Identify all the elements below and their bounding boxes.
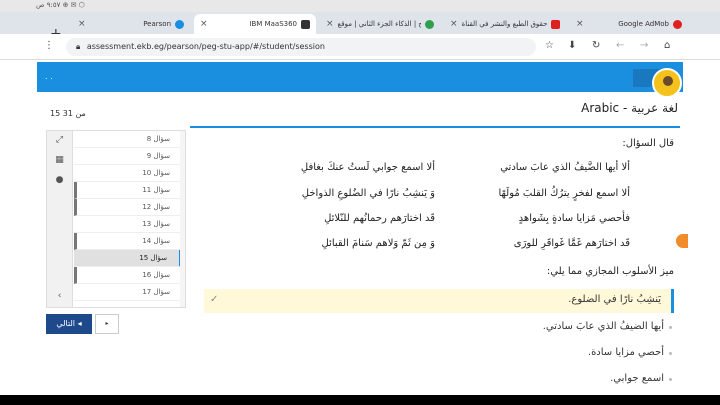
verse-line: ألا اسمع لفخرٍ يترُكُ القلبَ مُولَهًا <box>498 188 630 199</box>
list-item[interactable]: سؤال 13 <box>74 216 182 233</box>
list-item[interactable]: سؤال 14 <box>74 233 182 250</box>
download-icon[interactable]: ⬇ <box>568 40 576 51</box>
side-panel-handle[interactable] <box>676 234 688 248</box>
close-tab-icon[interactable]: × <box>576 19 584 29</box>
answer-option-label: أحصي مزايا سادة. <box>587 347 664 358</box>
lock-icon: 🔒︎ <box>76 42 81 51</box>
pearson-favicon-icon <box>175 19 184 29</box>
android-status-bar: ٩:٥٧ ص ⊕ ✉ ⬡ <box>0 0 720 12</box>
reload-icon[interactable]: ↻ <box>592 40 600 51</box>
verse-line: ألا أيها الضَّيفُ الذي عابَ سادتي <box>500 162 630 173</box>
answer-option-label: اسمع جوابي. <box>610 373 664 384</box>
flag-icon[interactable]: ● <box>54 175 65 186</box>
question-navigator: ⤢ ▦ ● ‹ سؤال 8 سؤال 9 سؤال 10 سؤال 11 سؤ… <box>46 130 186 308</box>
list-item[interactable]: سؤال 11 <box>74 182 182 199</box>
collapse-chevron-icon[interactable]: ‹ <box>54 291 65 302</box>
close-tab-icon[interactable]: × <box>326 19 334 29</box>
avatar[interactable] <box>652 68 682 98</box>
tab-copyright[interactable]: × حقوق الطبع والنشر في القناة - Sci... <box>444 14 566 34</box>
tab-pearson[interactable]: × Pearson <box>72 14 190 34</box>
verse-line: قَد اختارَهم غَمَّا غَواقَرِ للورَى <box>513 238 630 249</box>
answer-option[interactable]: أيها الضيفُ الذي عابَ سادتي. <box>204 316 674 340</box>
check-icon: ✓ <box>210 294 219 305</box>
list-item-selected[interactable]: سؤال 15 <box>74 250 182 267</box>
previous-button[interactable]: ▸ <box>95 314 119 334</box>
status-icons: ٩:٥٧ ص ⊕ ✉ ⬡ <box>36 1 85 9</box>
radio-bullet-icon <box>669 378 672 381</box>
address-bar: ⋮ 🔒︎ assessment.ekb.eg/pearson/peg-stu-a… <box>0 34 720 60</box>
url-field[interactable]: 🔒︎ assessment.ekb.eg/pearson/peg-stu-app… <box>66 38 536 56</box>
answer-option[interactable]: أحصي مزايا سادة. <box>204 342 674 366</box>
navigator-toolbar: ⤢ ▦ ● ‹ <box>47 131 73 307</box>
close-tab-icon[interactable]: × <box>200 19 208 29</box>
tab-google-admob[interactable]: × Google AdMob <box>570 14 688 34</box>
list-item[interactable]: سؤال 10 <box>74 165 182 182</box>
answer-option[interactable]: اسمع جوابي. <box>204 368 674 392</box>
tab-sharh[interactable]: × شرح | الذكاء الجزء الثاني | موقع ... <box>320 14 440 34</box>
list-scrollbar[interactable] <box>180 131 185 307</box>
verse-line: وَ يَنشِبُ نارًا في الضُلوعِ الذواخلِ <box>301 188 435 199</box>
list-item[interactable]: سؤال 16 <box>74 267 182 284</box>
browser-window: ٩:٥٧ ص ⊕ ✉ ⬡ + × Pearson × IBM MaaS360 ×… <box>0 0 720 405</box>
tab-strip: + × Pearson × IBM MaaS360 × شرح | الذكاء… <box>0 12 720 42</box>
radio-bullet-icon <box>669 326 672 329</box>
answer-option-label: أيها الضيفُ الذي عابَ سادتي. <box>542 321 664 332</box>
title-divider <box>190 126 680 128</box>
expand-icon[interactable]: ⤢ <box>54 135 65 146</box>
list-item[interactable]: سؤال 17 <box>74 284 182 301</box>
list-item[interactable]: سؤال 8 <box>74 131 182 148</box>
app-header: . . يب <box>37 62 683 92</box>
ibm-favicon-icon <box>301 19 310 29</box>
back-arrow-icon[interactable]: ← <box>616 40 624 51</box>
question-label: قال السؤال: <box>622 138 674 149</box>
radio-bullet-icon <box>669 352 672 355</box>
page-title: Arabic - لغة عربية <box>581 101 678 115</box>
verse-line: قَد اختارَهم رحمانُهم للنّلائلِ <box>324 213 435 224</box>
calculator-icon[interactable]: ▦ <box>54 155 65 166</box>
question-counter: 15 من 31 <box>50 109 86 118</box>
question-prompt: ميز الأسلوب المجازي مما يلي: <box>546 266 674 277</box>
site-favicon-icon <box>425 19 434 29</box>
answer-option[interactable]: يَنشِبُ نارًا في الضلوع. ✓ <box>204 289 674 313</box>
answer-option-label: يَنشِبُ نارًا في الضلوع. <box>568 294 661 305</box>
home-icon[interactable]: ⌂ <box>664 40 670 51</box>
bottom-bezel <box>0 395 720 405</box>
close-tab-icon[interactable]: × <box>78 19 86 29</box>
tab-ibm-maas360[interactable]: × IBM MaaS360 <box>194 14 316 34</box>
bookmark-star-icon[interactable]: ☆ <box>545 40 554 51</box>
list-item[interactable]: سؤال 12 <box>74 199 182 216</box>
next-button[interactable]: التالي ◂ <box>46 314 92 334</box>
forward-arrow-icon[interactable]: → <box>640 40 648 51</box>
youtube-favicon-icon <box>551 19 560 29</box>
verse-line: وَ مِن ثَمّ وَلاهم سَنامَ القبائلِ <box>321 238 435 249</box>
verse-line: ألا اسمع جوابي لَستُ عنكَ بغافلِ <box>300 162 435 173</box>
list-item[interactable]: سؤال 9 <box>74 148 182 165</box>
admob-favicon-icon <box>673 19 682 29</box>
close-tab-icon[interactable]: × <box>450 19 458 29</box>
verse-line: فأحصي مَزايا سادةٍ بِشَواهدٍ <box>518 213 630 224</box>
menu-icon[interactable]: ⋮ <box>44 40 54 51</box>
